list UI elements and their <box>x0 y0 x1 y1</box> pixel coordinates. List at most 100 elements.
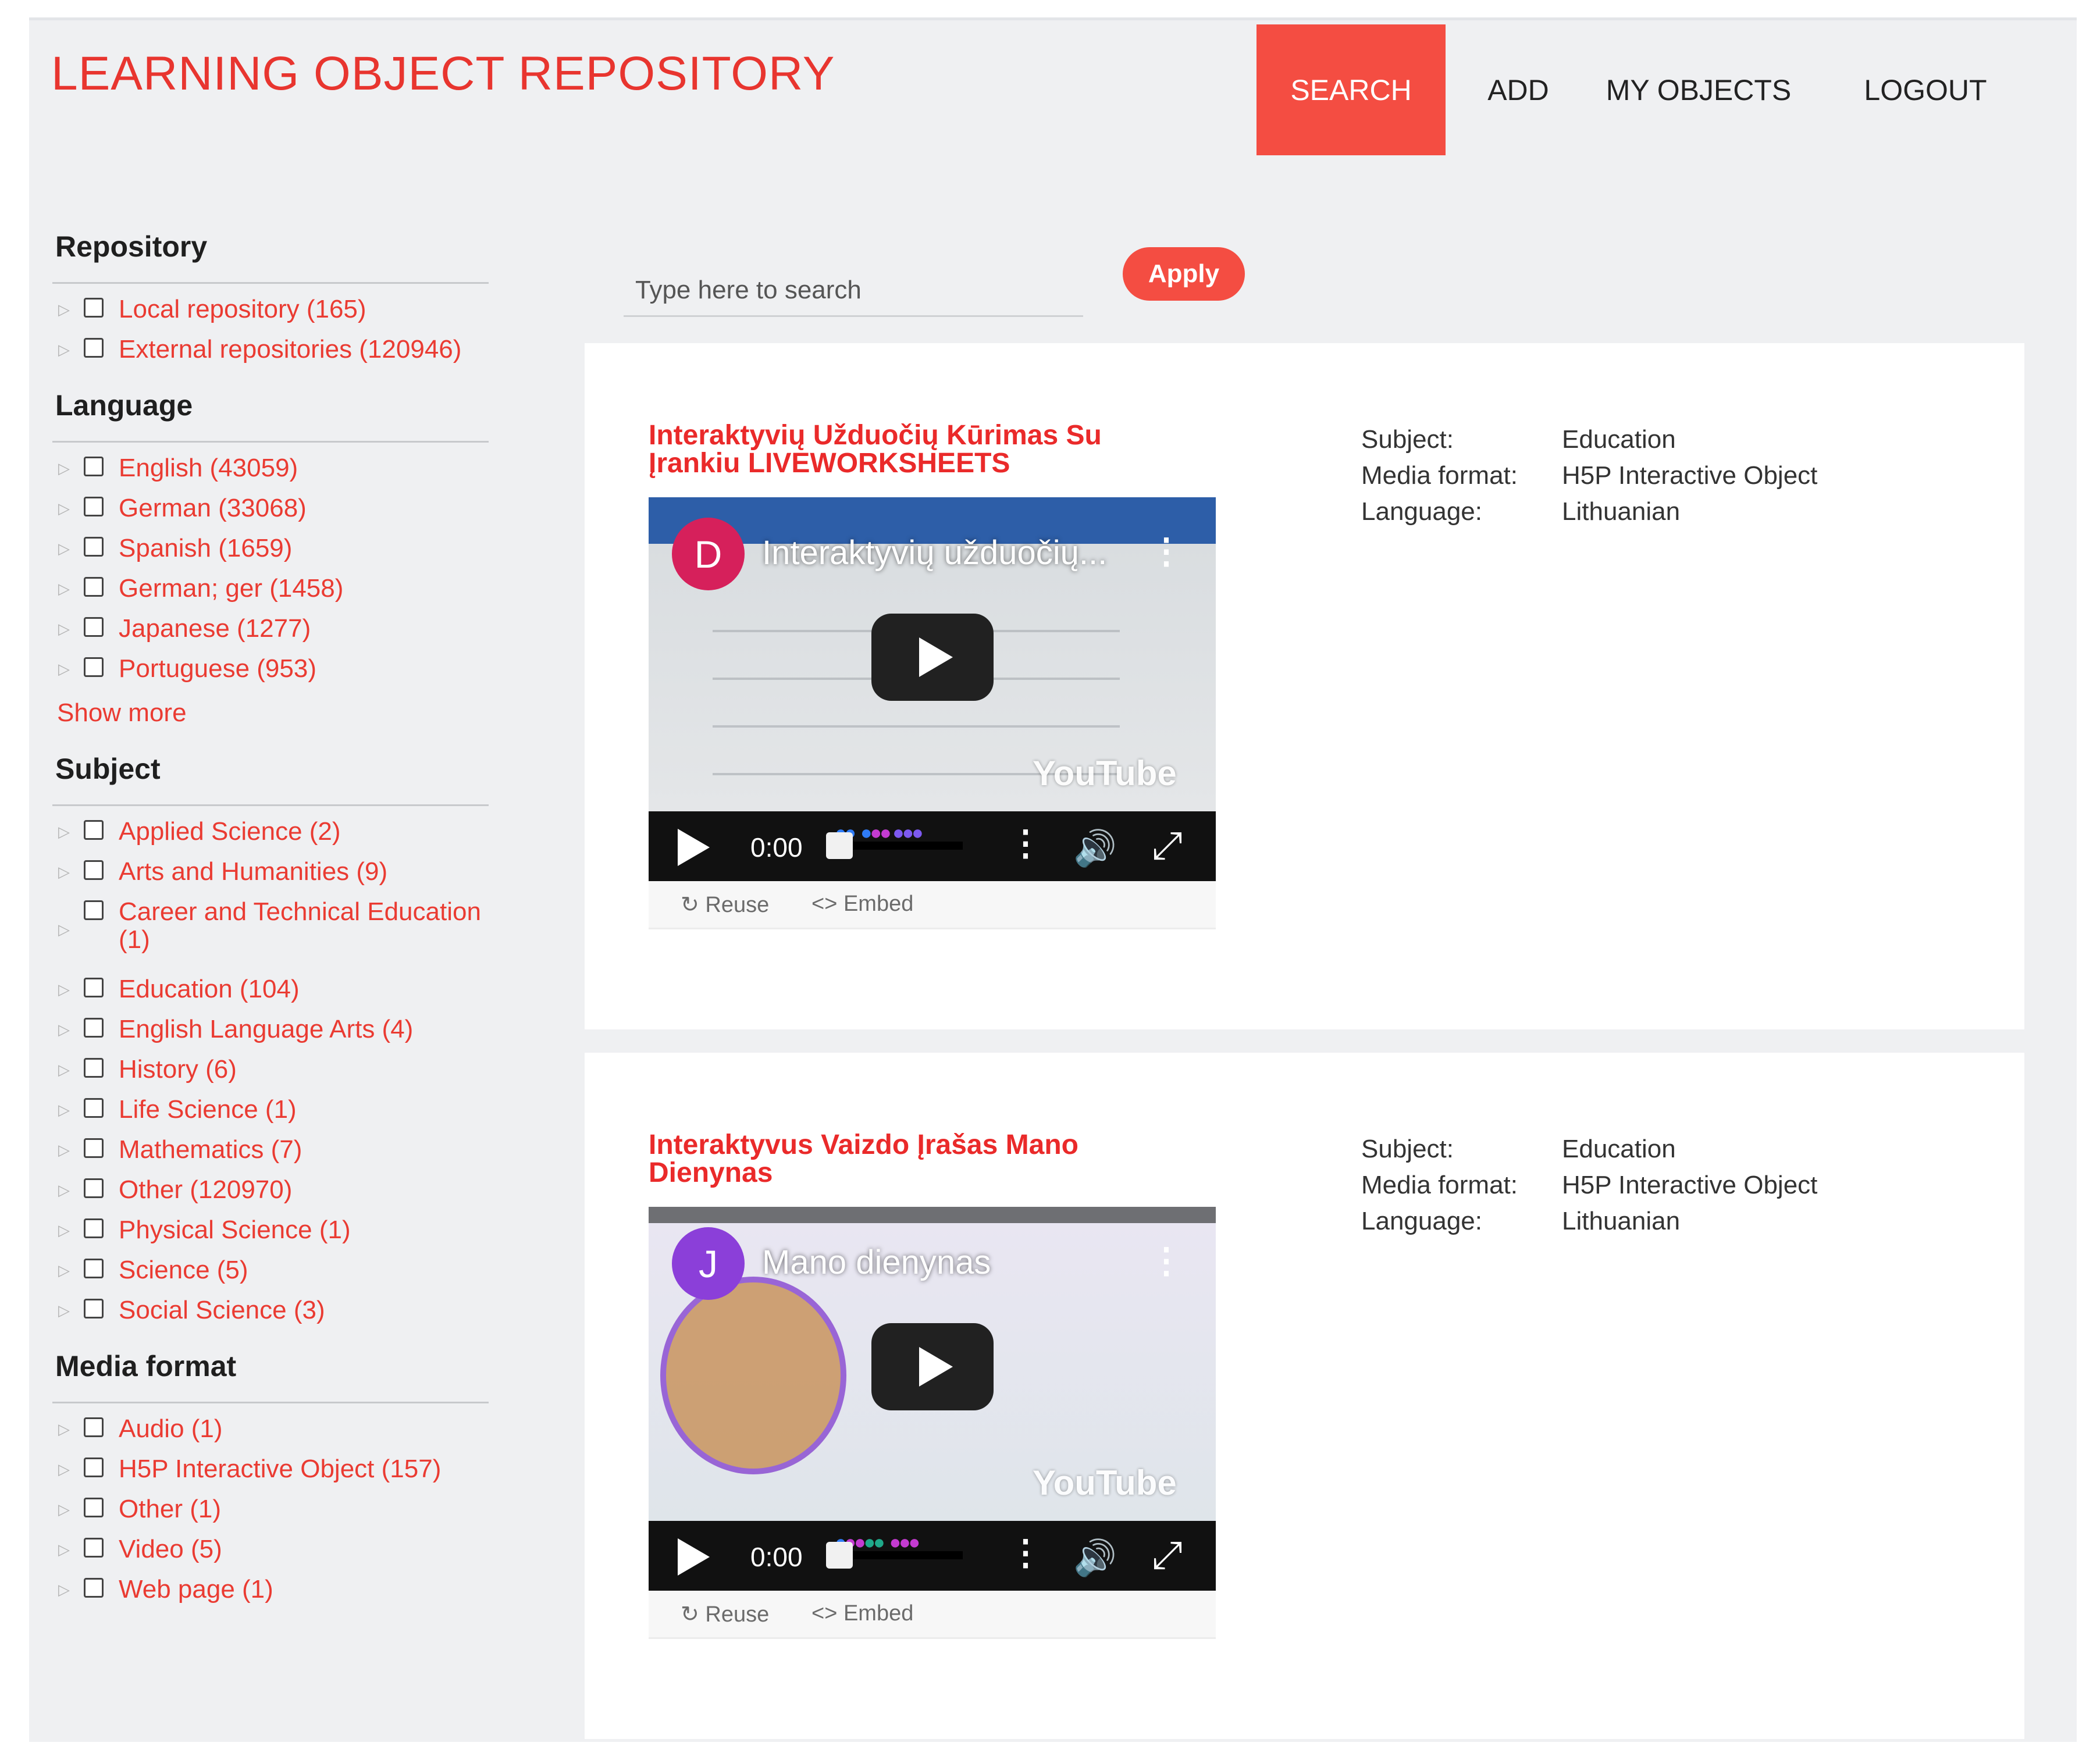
checkbox[interactable] <box>84 457 104 476</box>
reuse-button[interactable]: ↻ Reuse <box>681 1601 769 1627</box>
filter-label[interactable]: German (33068) <box>119 494 307 522</box>
expand-arrow-icon[interactable]: ▷ <box>47 494 76 517</box>
filter-item[interactable]: ▷ Web page (1) <box>47 1575 524 1616</box>
expand-arrow-icon[interactable]: ▷ <box>47 336 76 358</box>
filter-label[interactable]: English (43059) <box>119 454 298 482</box>
filter-item[interactable]: ▷ Life Science (1) <box>47 1095 524 1136</box>
play-icon[interactable] <box>871 1323 994 1410</box>
filter-label[interactable]: English Language Arts (4) <box>119 1015 413 1043</box>
filter-label[interactable]: Other (120970) <box>119 1175 292 1204</box>
expand-arrow-icon[interactable]: ▷ <box>47 1015 76 1038</box>
filter-label[interactable]: Career and Technical Education (1) <box>119 897 503 954</box>
filter-label[interactable]: Japanese (1277) <box>119 614 311 643</box>
filter-label[interactable]: Spanish (1659) <box>119 534 292 562</box>
filter-item[interactable]: ▷ Education (104) <box>47 975 524 1015</box>
checkbox[interactable] <box>84 298 104 318</box>
video-kebab-icon[interactable]: ⋮ <box>1149 531 1184 572</box>
result-title-link[interactable]: Interaktyvus Vaizdo Įrašas Mano Dienynas <box>649 1131 1161 1187</box>
filter-label[interactable]: Audio (1) <box>119 1414 223 1443</box>
volume-icon[interactable]: 🔊 <box>1073 828 1117 869</box>
video-player[interactable]: J Mano dienynas ⋮ YouTube 0:00 ●●●●● ●●●… <box>649 1207 1216 1591</box>
expand-arrow-icon[interactable]: ▷ <box>47 454 76 477</box>
filter-item[interactable]: ▷ Career and Technical Education (1) <box>47 897 524 975</box>
fullscreen-icon[interactable]: ⤢ <box>1152 1533 1183 1578</box>
filter-label[interactable]: Local repository (165) <box>119 295 366 323</box>
filter-item[interactable]: ▷ H5P Interactive Object (157) <box>47 1455 524 1495</box>
more-options-icon[interactable]: ⋮ <box>1008 1533 1043 1573</box>
filter-item[interactable]: ▷ Mathematics (7) <box>47 1135 524 1176</box>
result-title-link[interactable]: Interaktyvių Užduočių Kūrimas Su Įrankiu… <box>649 422 1161 477</box>
filter-item[interactable]: ▷ English Language Arts (4) <box>47 1015 524 1056</box>
filter-label[interactable]: Arts and Humanities (9) <box>119 857 387 886</box>
filter-item[interactable]: ▷ Social Science (3) <box>47 1296 524 1337</box>
youtube-logo[interactable]: YouTube <box>1033 1463 1177 1503</box>
expand-arrow-icon[interactable]: ▷ <box>47 1136 76 1159</box>
filter-label[interactable]: History (6) <box>119 1055 237 1084</box>
checkbox[interactable] <box>84 657 104 677</box>
play-icon[interactable] <box>871 614 994 701</box>
youtube-logo[interactable]: YouTube <box>1033 753 1177 793</box>
expand-arrow-icon[interactable]: ▷ <box>47 655 76 678</box>
filter-label[interactable]: Web page (1) <box>119 1575 273 1603</box>
expand-arrow-icon[interactable]: ▷ <box>47 1256 76 1279</box>
expand-arrow-icon[interactable]: ▷ <box>47 534 76 557</box>
filter-item[interactable]: ▷ Audio (1) <box>47 1414 524 1455</box>
channel-avatar[interactable]: J <box>672 1227 745 1300</box>
filter-item[interactable]: ▷ German; ger (1458) <box>47 574 524 615</box>
nav-my-objects[interactable]: MY OBJECTS <box>1594 24 1803 155</box>
embed-button[interactable]: <> Embed <box>811 892 913 917</box>
filter-label[interactable]: Science (5) <box>119 1256 248 1284</box>
filter-item[interactable]: ▷ Applied Science (2) <box>47 817 524 858</box>
expand-arrow-icon[interactable]: ▷ <box>47 1176 76 1199</box>
filter-label[interactable]: Life Science (1) <box>119 1095 297 1124</box>
filter-item[interactable]: ▷ History (6) <box>47 1055 524 1096</box>
checkbox[interactable] <box>84 537 104 557</box>
checkbox[interactable] <box>84 820 104 840</box>
channel-avatar[interactable]: D <box>672 518 745 590</box>
filter-item[interactable]: ▷ Japanese (1277) <box>47 614 524 655</box>
video-kebab-icon[interactable]: ⋮ <box>1149 1241 1184 1281</box>
nav-add[interactable]: ADD <box>1466 24 1571 155</box>
checkbox[interactable] <box>84 1018 104 1038</box>
filter-label[interactable]: External repositories (120946) <box>119 335 461 364</box>
video-title[interactable]: Interaktyvių užduočių... <box>762 533 1107 572</box>
checkbox[interactable] <box>84 1417 104 1437</box>
play-icon[interactable] <box>678 829 710 866</box>
checkbox[interactable] <box>84 577 104 597</box>
expand-arrow-icon[interactable]: ▷ <box>47 898 76 938</box>
apply-button[interactable]: Apply <box>1123 247 1245 301</box>
checkbox[interactable] <box>84 1498 104 1517</box>
filter-item[interactable]: ▷ Other (120970) <box>47 1175 524 1216</box>
seek-handle[interactable] <box>826 832 853 859</box>
filter-item[interactable]: ▷ Local repository (165) <box>47 295 524 336</box>
filter-label[interactable]: H5P Interactive Object (157) <box>119 1455 441 1483</box>
expand-arrow-icon[interactable]: ▷ <box>47 858 76 881</box>
checkbox[interactable] <box>84 497 104 516</box>
checkbox[interactable] <box>84 1138 104 1158</box>
checkbox[interactable] <box>84 978 104 997</box>
checkbox[interactable] <box>84 900 104 920</box>
seek-handle[interactable] <box>826 1542 853 1569</box>
fullscreen-icon[interactable]: ⤢ <box>1152 823 1183 869</box>
checkbox[interactable] <box>84 1098 104 1118</box>
filter-item[interactable]: ▷ Physical Science (1) <box>47 1216 524 1256</box>
checkbox[interactable] <box>84 1538 104 1558</box>
checkbox[interactable] <box>84 1218 104 1238</box>
checkbox[interactable] <box>84 617 104 637</box>
show-more-link[interactable]: Show more <box>57 699 524 739</box>
filter-label[interactable]: Mathematics (7) <box>119 1135 302 1164</box>
reuse-button[interactable]: ↻ Reuse <box>681 892 769 918</box>
expand-arrow-icon[interactable]: ▷ <box>47 1096 76 1118</box>
filter-item[interactable]: ▷ Science (5) <box>47 1256 524 1296</box>
checkbox[interactable] <box>84 1578 104 1598</box>
play-icon[interactable] <box>678 1538 710 1576</box>
video-player[interactable]: D Interaktyvių užduočių... ⋮ YouTube 0:0… <box>649 497 1216 881</box>
filter-label[interactable]: Social Science (3) <box>119 1296 325 1324</box>
filter-item[interactable]: ▷ English (43059) <box>47 454 524 494</box>
nav-logout[interactable]: LOGOUT <box>1832 24 2019 155</box>
search-input[interactable] <box>624 265 1083 317</box>
filter-label[interactable]: Other (1) <box>119 1495 221 1523</box>
filter-label[interactable]: Applied Science (2) <box>119 817 341 846</box>
expand-arrow-icon[interactable]: ▷ <box>47 1455 76 1478</box>
volume-icon[interactable]: 🔊 <box>1073 1537 1117 1578</box>
